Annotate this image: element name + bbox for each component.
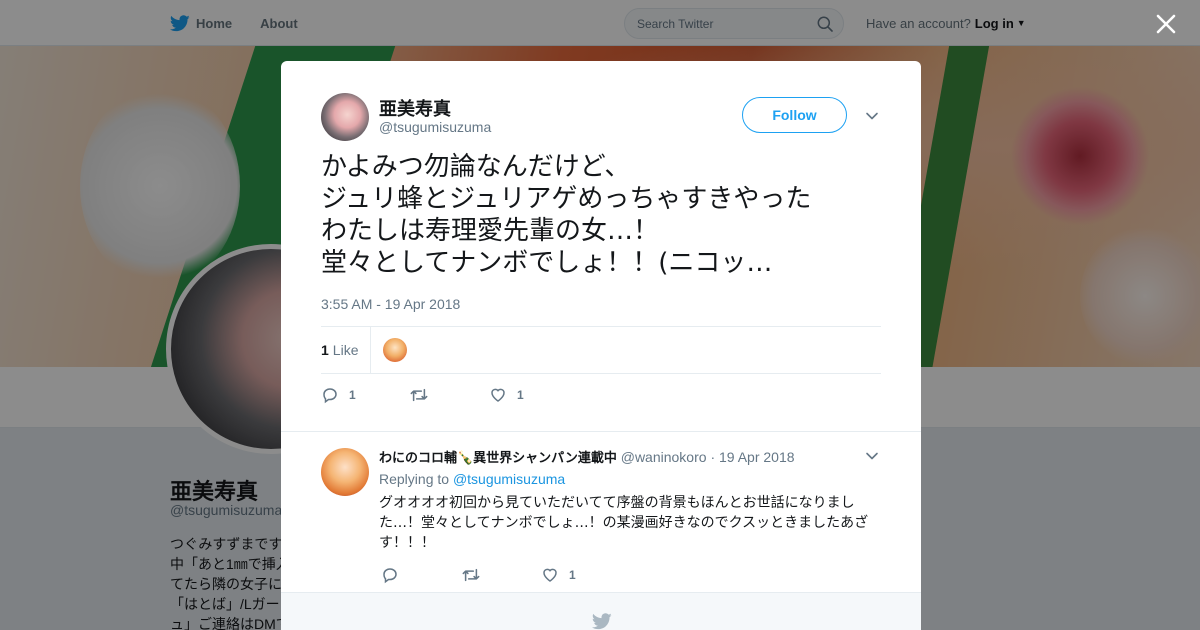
- tweet-modal: 亜美寿真 @tsugumisuzuma Follow かよみつ勿論なんだけど、 …: [281, 61, 921, 630]
- chevron-down-icon[interactable]: [865, 449, 879, 463]
- like-action[interactable]: 1: [489, 386, 524, 404]
- like-count-value: 1: [321, 342, 329, 358]
- reply-header: わにのコロ輔🍾異世界シャンパン連載中 @waninokoro · 19 Apr …: [379, 447, 795, 466]
- tweet-author-name[interactable]: 亜美寿真: [379, 95, 451, 121]
- reply-retweet-action[interactable]: [461, 566, 541, 584]
- replying-to: Replying to @tsugumisuzuma: [379, 471, 565, 487]
- chevron-down-icon[interactable]: [865, 109, 879, 123]
- reply-date[interactable]: 19 Apr 2018: [719, 449, 795, 465]
- heart-icon: [543, 568, 557, 582]
- tweet-text: かよみつ勿論なんだけど、 ジュリ蜂とジュリアゲめっちゃすきやった わたしは寿理愛…: [321, 152, 812, 278]
- heart-icon: [491, 388, 505, 402]
- reply-icon: [323, 388, 337, 404]
- reply-count: 1: [349, 388, 356, 402]
- reply-text: グオオオオ初回から見ていただいてて序盤の背景もほんとお世話になりました…！堂々と…: [379, 495, 869, 551]
- like-count[interactable]: 1 Like: [321, 327, 372, 373]
- modal-footer: [281, 592, 921, 630]
- follow-button[interactable]: Follow: [742, 97, 847, 133]
- reply-icon: [383, 568, 397, 584]
- retweet-icon: [462, 568, 480, 582]
- tweet-actions: 1 1: [321, 384, 524, 406]
- close-icon[interactable]: [1152, 10, 1180, 38]
- reply-tweet[interactable]: わにのコロ輔🍾異世界シャンパン連載中 @waninokoro · 19 Apr …: [281, 431, 921, 593]
- reply-author-handle[interactable]: @waninokoro: [621, 449, 707, 465]
- tweet-author-handle[interactable]: @tsugumisuzuma: [379, 119, 491, 135]
- reply-like-action[interactable]: 1: [541, 566, 576, 584]
- reply-dot-separator: ·: [710, 449, 719, 465]
- reply-actions: 1: [381, 565, 576, 585]
- reply-author-avatar[interactable]: [321, 448, 369, 496]
- reply-favorite-count: 1: [569, 568, 576, 582]
- tweet-stats: 1 Like: [321, 326, 881, 374]
- liker-avatar[interactable]: [383, 338, 408, 362]
- reply-author-name[interactable]: わにのコロ輔🍾異世界シャンパン連載中: [379, 451, 617, 466]
- retweet-action[interactable]: [409, 386, 489, 404]
- replying-to-link[interactable]: @tsugumisuzuma: [453, 471, 565, 487]
- twitter-bird-icon: [592, 613, 612, 630]
- favorite-count: 1: [517, 388, 524, 402]
- tweet-author-avatar[interactable]: [321, 93, 369, 141]
- reply-action[interactable]: 1: [321, 386, 409, 404]
- retweet-icon: [410, 388, 428, 402]
- tweet-timestamp[interactable]: 3:55 AM - 19 Apr 2018: [321, 296, 460, 312]
- like-count-label: Like: [332, 342, 359, 358]
- replying-prefix: Replying to: [379, 471, 450, 487]
- reply-reply-action[interactable]: [381, 566, 461, 584]
